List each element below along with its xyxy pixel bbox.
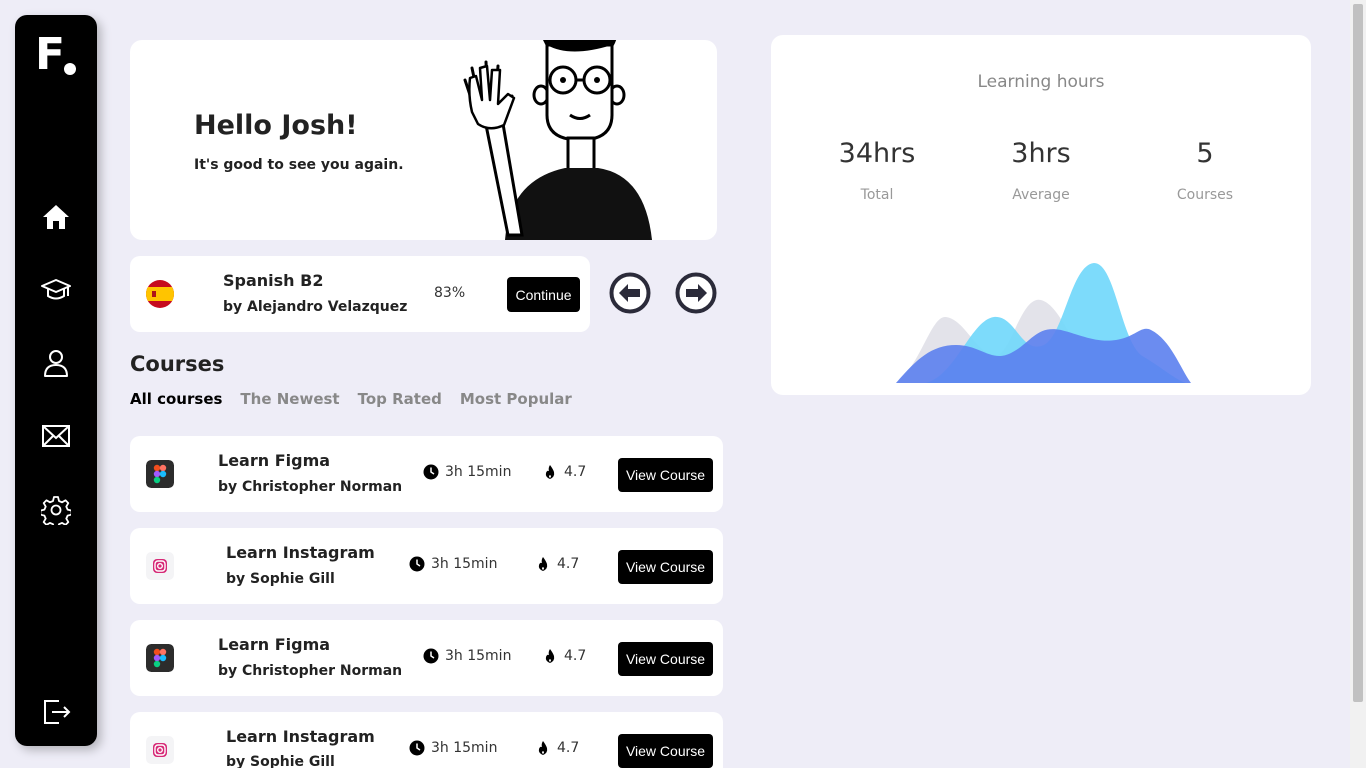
continue-button[interactable]: Continue	[507, 277, 580, 312]
flame-icon	[538, 741, 548, 755]
flame-icon	[538, 557, 548, 571]
sidebar: F	[15, 15, 97, 746]
course-author: by Christopher Norman	[218, 663, 403, 679]
course-row: Learn Instagram by Sophie Gill 3h 15min …	[130, 712, 723, 768]
logout-icon[interactable]	[41, 697, 71, 727]
flame-icon	[545, 465, 555, 479]
greeting-subtitle: It's good to see you again.	[194, 157, 404, 173]
figma-icon	[146, 644, 174, 672]
page-scrollbar[interactable]	[1350, 0, 1366, 768]
stat-average: 3hrs Average	[971, 138, 1111, 203]
course-rating-text: 4.7	[557, 740, 580, 756]
tab-top-rated[interactable]: Top Rated	[358, 390, 442, 408]
course-author: by Sophie Gill	[226, 754, 335, 768]
courses-heading: Courses	[130, 352, 225, 376]
current-course-progress: 83%	[434, 285, 466, 301]
course-rating-text: 4.7	[564, 464, 587, 480]
next-arrow-icon[interactable]	[675, 272, 717, 314]
course-duration: 3h 15min	[423, 464, 511, 480]
view-course-button[interactable]: View Course	[618, 550, 713, 584]
stat-total: 34hrs Total	[807, 138, 947, 203]
flame-icon	[545, 649, 555, 663]
stat-label: Courses	[1176, 187, 1234, 203]
course-duration: 3h 15min	[409, 556, 497, 572]
current-course-card: Spanish B2 by Alejandro Velazquez 83% Co…	[130, 256, 590, 332]
course-author: by Christopher Norman	[218, 479, 403, 495]
course-rating: 4.7	[542, 648, 586, 664]
clock-icon	[409, 740, 425, 756]
course-duration-text: 3h 15min	[431, 740, 498, 756]
figma-icon	[146, 460, 174, 488]
view-course-button[interactable]: View Course	[618, 458, 713, 492]
course-duration: 3h 15min	[409, 740, 497, 756]
user-icon[interactable]	[41, 348, 71, 378]
course-rating-text: 4.7	[557, 556, 580, 572]
course-rating: 4.7	[535, 740, 579, 756]
course-row: Learn Figma by Christopher Norman 3h 15m…	[130, 620, 723, 696]
gear-icon[interactable]	[41, 495, 71, 525]
tab-most-popular[interactable]: Most Popular	[460, 390, 572, 408]
clock-icon	[423, 464, 439, 480]
stat-value: 3hrs	[1011, 138, 1071, 169]
course-rating-text: 4.7	[564, 648, 587, 664]
course-row: Learn Instagram by Sophie Gill 3h 15min …	[130, 528, 723, 604]
course-tabs: All courses The Newest Top Rated Most Po…	[130, 390, 590, 408]
tab-the-newest[interactable]: The Newest	[240, 390, 339, 408]
course-author: by Sophie Gill	[226, 571, 335, 587]
course-duration-text: 3h 15min	[431, 556, 498, 572]
current-course-author: by Alejandro Velazquez	[223, 299, 408, 315]
course-title[interactable]: Learn Figma	[218, 451, 330, 470]
view-course-button[interactable]: View Course	[618, 734, 713, 768]
course-title[interactable]: Learn Figma	[218, 635, 330, 654]
tab-all-courses[interactable]: All courses	[130, 390, 222, 408]
instagram-icon	[146, 736, 174, 764]
stat-label: Total	[860, 187, 894, 203]
view-course-button[interactable]: View Course	[618, 642, 713, 676]
course-rating: 4.7	[542, 464, 586, 480]
course-duration: 3h 15min	[423, 648, 511, 664]
clock-icon	[423, 648, 439, 664]
stat-label: Average	[1012, 187, 1070, 203]
logo-dot	[64, 63, 76, 75]
course-duration-text: 3h 15min	[445, 464, 512, 480]
course-rating: 4.7	[535, 556, 579, 572]
home-icon[interactable]	[41, 202, 71, 232]
current-course-title[interactable]: Spanish B2	[223, 271, 323, 290]
spain-flag-icon	[146, 280, 174, 308]
course-duration-text: 3h 15min	[445, 648, 512, 664]
mail-icon[interactable]	[41, 421, 71, 451]
stat-courses: 5 Courses	[1135, 138, 1275, 203]
instagram-icon	[146, 552, 174, 580]
learning-hours-card: Learning hours 34hrs Total 3hrs Average …	[771, 35, 1311, 395]
greeting-card: Hello Josh! It's good to see you again.	[130, 40, 717, 240]
scrollbar-thumb[interactable]	[1353, 4, 1363, 702]
learning-hours-title: Learning hours	[977, 72, 1105, 92]
learning-hours-wave-graphic	[896, 263, 1191, 383]
greeting-title: Hello Josh!	[194, 110, 358, 141]
course-title[interactable]: Learn Instagram	[226, 543, 375, 562]
stat-value: 5	[1196, 138, 1214, 169]
course-row: Learn Figma by Christopher Norman 3h 15m…	[130, 436, 723, 512]
previous-arrow-icon[interactable]	[609, 272, 651, 314]
clock-icon	[409, 556, 425, 572]
waving-character-illustration	[463, 40, 652, 240]
graduation-cap-icon[interactable]	[41, 274, 71, 304]
stat-value: 34hrs	[838, 138, 916, 169]
course-title[interactable]: Learn Instagram	[226, 727, 375, 746]
